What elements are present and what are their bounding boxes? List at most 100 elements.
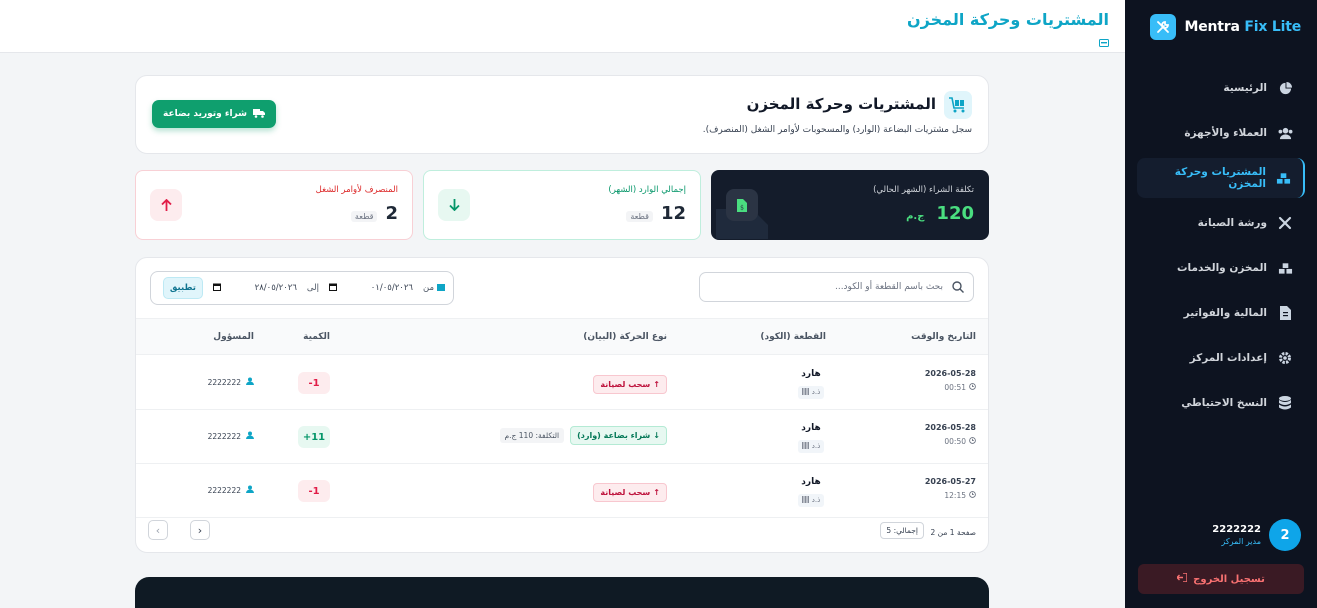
sidebar-item-purchases[interactable]: المشتريات وحركة المخزن	[1137, 158, 1305, 198]
stat-value: 12 قطعة	[626, 203, 686, 224]
clock-icon	[969, 491, 976, 500]
chevron-left-icon: ‹	[197, 523, 203, 537]
stat-unit: قطعة	[350, 211, 378, 222]
sidebar-item-inventory[interactable]: المخزن والخدمات	[1137, 248, 1305, 288]
total-count-badge: إجمالي: 5	[880, 522, 924, 539]
stat-unit: قطعة	[626, 211, 653, 222]
sidebar-item-label: المالية والفواتير	[1183, 307, 1267, 319]
date-filter: من ٠١/٠٥/٢٠٢٦ إلى ٢٨/٠٥/٢٠٢٦ تطبيق	[150, 271, 454, 305]
stat-card-incoming: إجمالي الوارد (الشهر) 12 قطعة	[423, 170, 701, 240]
qty-cell: +11	[298, 426, 330, 448]
stat-label: إجمالي الوارد (الشهر)	[608, 185, 686, 195]
sidebar-item-finance[interactable]: المالية والفواتير	[1137, 293, 1305, 333]
clock-icon	[969, 383, 976, 392]
chevron-right-icon: ›	[155, 523, 161, 537]
sidebar-item-label: المخزن والخدمات	[1177, 262, 1267, 274]
tools-icon	[1150, 14, 1177, 40]
search-icon	[952, 281, 964, 296]
movement-badge: ↓ شراء بضاعة (وارد)	[570, 426, 667, 445]
boxes-icon	[1276, 170, 1291, 186]
invoice-dollar-icon: $	[726, 189, 758, 221]
brand[interactable]: Mentra Fix Lite	[1141, 14, 1301, 40]
arrow-down-icon: ↓	[653, 431, 660, 440]
calendar-icon	[437, 283, 445, 294]
boxes-stack-icon	[1277, 260, 1293, 276]
next-page-button[interactable]: ›	[148, 520, 168, 540]
movements-table-card: بحث باسم القطعة أو الكود... من ٠١/٠٥/٢٠٢…	[135, 257, 989, 553]
table-row[interactable]: 2026-05-28 00:51 هارد ذ.د ↑ سحب لصيانة -1…	[136, 356, 988, 410]
sidebar-item-label: الرئيسية	[1223, 82, 1267, 94]
stat-card-outgoing: المنصرف لأوامر الشغل 2 قطعة	[135, 170, 413, 240]
page-title: المشتريات وحركة المخزن	[906, 10, 1109, 29]
logout-icon	[1176, 572, 1188, 585]
qty-cell: -1	[298, 372, 330, 394]
part-cell: هارد ذ.د	[797, 477, 825, 507]
truck-icon	[253, 108, 266, 121]
arrow-up-icon	[150, 189, 182, 221]
movement-badge: ↑ سحب لصيانة	[593, 483, 667, 502]
part-cell: هارد ذ.د	[797, 423, 825, 453]
section-description: سجل مشتريات البضاعة (الوارد) والمسحوبات …	[702, 125, 972, 135]
sidebar-item-workshop[interactable]: ورشة الصيانة	[1137, 203, 1305, 243]
calendar-icon	[328, 283, 337, 294]
user-icon	[246, 377, 254, 387]
user-box: 2 2222222 مدير المركز	[1141, 518, 1301, 552]
datetime-cell: 2026-05-28 00:50	[924, 423, 976, 446]
gear-icon	[1277, 350, 1293, 366]
buy-goods-button[interactable]: شراء وتوريد بضاعة	[152, 100, 276, 128]
stat-unit: ج.م	[906, 211, 925, 222]
svg-text:$: $	[740, 204, 744, 211]
table-header: التاريخ والوقت القطعة (الكود) نوع الحركة…	[136, 318, 988, 355]
user-icon	[246, 485, 254, 495]
database-icon	[1277, 395, 1293, 411]
from-date-input[interactable]: ٠١/٠٥/٢٠٢٦	[325, 277, 417, 299]
qty-cell: -1	[298, 480, 330, 502]
arrow-up-icon: ↑	[653, 488, 660, 497]
logout-button[interactable]: تسجيل الخروج	[1138, 564, 1304, 594]
datetime-cell: 2026-05-27 12:15	[924, 477, 976, 500]
stat-card-cost: تكلفة الشراء (الشهر الحالي) 120 ج.م $	[711, 170, 989, 240]
col-type[interactable]: نوع الحركة (البيان)	[583, 332, 667, 342]
col-qty[interactable]: الكمية	[303, 332, 330, 342]
page-indicator: صفحة 1 من 2	[930, 528, 976, 537]
barcode-icon	[801, 388, 809, 397]
table-row[interactable]: 2026-05-28 00:50 هارد ذ.د ↓ شراء بضاعة (و…	[136, 410, 988, 464]
movement-badge: ↑ سحب لصيانة	[593, 375, 667, 394]
to-date-input[interactable]: ٢٨/٠٥/٢٠٢٦	[209, 277, 301, 299]
stat-label: تكلفة الشراء (الشهر الحالي)	[873, 185, 974, 195]
users-icon	[1277, 125, 1293, 141]
to-label: إلى	[306, 283, 319, 293]
sidebar-item-backup[interactable]: النسخ الاحتياطي	[1137, 383, 1305, 423]
store-icon	[1099, 32, 1109, 47]
col-datetime[interactable]: التاريخ والوقت	[911, 332, 976, 342]
prev-page-button[interactable]: ‹	[190, 520, 210, 540]
search-input[interactable]: بحث باسم القطعة أو الكود...	[699, 272, 974, 302]
col-part[interactable]: القطعة (الكود)	[760, 332, 826, 342]
responsible-cell: 2222222	[208, 431, 254, 441]
calendar-icon	[212, 283, 221, 294]
sidebar-item-customers[interactable]: العملاء والأجهزة	[1137, 113, 1305, 153]
responsible-cell: 2222222	[208, 377, 254, 387]
from-label: من	[423, 283, 445, 294]
stat-value: 2 قطعة	[350, 203, 398, 224]
cost-label: التكلفة: 110 ج.م	[499, 428, 565, 443]
apply-filter-button[interactable]: تطبيق	[162, 277, 203, 299]
sidebar-item-home[interactable]: الرئيسية	[1137, 68, 1305, 108]
sidebar-nav: الرئيسية العملاء والأجهزة المشتريات وحرك…	[1137, 68, 1305, 428]
datetime-cell: 2026-05-28 00:51	[924, 369, 976, 392]
type-cell: ↑ سحب لصيانة	[593, 372, 667, 394]
clock-icon	[969, 437, 976, 446]
section-title: المشتريات وحركة المخزن	[746, 95, 936, 113]
col-responsible[interactable]: المسؤول	[213, 332, 254, 342]
page-header-card: المشتريات وحركة المخزن سجل مشتريات البضا…	[135, 75, 989, 154]
arrow-down-icon	[438, 189, 470, 221]
main-content: المشتريات وحركة المخزن سجل مشتريات البضا…	[0, 53, 1125, 608]
user-icon	[246, 431, 254, 441]
sidebar: Mentra Fix Lite الرئيسية العملاء والأجهز…	[1125, 0, 1317, 608]
user-name: 2222222	[1212, 524, 1261, 535]
stat-value: 120 ج.م	[902, 203, 974, 224]
sidebar-item-label: العملاء والأجهزة	[1184, 127, 1267, 139]
sidebar-item-label: المشتريات وحركة المخزن	[1174, 166, 1266, 190]
sidebar-item-settings[interactable]: إعدادات المركز	[1137, 338, 1305, 378]
type-cell: ↓ شراء بضاعة (وارد) التكلفة: 110 ج.م	[499, 426, 667, 445]
